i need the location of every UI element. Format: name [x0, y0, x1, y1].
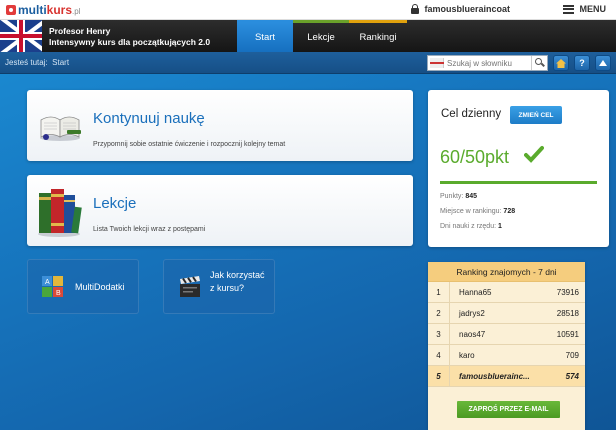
breadcrumb-bar: Jesteś tutaj: Start ? [0, 52, 616, 74]
ranking-row[interactable]: 3 naos47 10591 [428, 323, 585, 345]
uk-flag-icon [0, 20, 42, 52]
menu-button[interactable]: MENU [562, 4, 607, 14]
daily-goal-score: 60/50pkt [440, 147, 510, 167]
ranking-position: 1 [428, 281, 450, 303]
ranking-row[interactable]: 1 Hanna65 73916 [428, 281, 585, 303]
checkmark-icon [524, 146, 544, 163]
clapperboard-icon [180, 276, 200, 297]
svg-text:A: A [45, 279, 50, 286]
tab-lekcje[interactable]: Lekcje [293, 20, 349, 52]
how-to-use-label: Jak korzystać z kursu? [210, 269, 265, 295]
rank-stat: Miejsce w rankingu: 728 [440, 208, 515, 215]
ranking-row-current-user[interactable]: 5 famousbluerainc... 574 [428, 365, 585, 387]
ranking-points: 73916 [556, 287, 579, 297]
multikurs-logo[interactable]: multikurs.pl [6, 3, 80, 17]
ranking-position: 4 [428, 344, 450, 366]
main-tabs: Start Lekcje Rankingi [237, 20, 407, 52]
ranking-name: Hanna65 [459, 287, 492, 297]
lessons-card[interactable]: Lekcje Lista Twoich lekcji wraz z postęp… [27, 175, 413, 246]
continue-learning-card[interactable]: Kontynuuj naukę Przypomnij sobie ostatni… [27, 90, 413, 161]
hamburger-icon [562, 4, 574, 14]
search-icon[interactable] [531, 56, 545, 70]
daily-goal-progress-fill [440, 181, 597, 184]
username: famousblueraincoat [424, 4, 510, 14]
ranking-position: 3 [428, 323, 450, 345]
daily-goal-progress [440, 181, 597, 184]
ranking-points: 10591 [556, 329, 579, 339]
ranking-points: 28518 [556, 308, 579, 318]
points-stat: Punkty: 845 [440, 193, 477, 200]
help-icon[interactable]: ? [574, 55, 590, 71]
logo-text-multi: multi [18, 3, 47, 17]
ranking-name: jadrys2 [459, 308, 485, 318]
search-input[interactable] [447, 58, 531, 68]
scroll-top-icon[interactable] [595, 55, 611, 71]
how-to-use-tile[interactable]: Jak korzystać z kursu? [163, 259, 275, 314]
user-account-link[interactable]: famousblueraincoat [411, 4, 510, 14]
streak-label: Dni nauki z rzędu: [440, 223, 497, 230]
logo-text-kurs: kurs [46, 3, 73, 17]
ranking-position: 5 [428, 365, 450, 387]
dictionary-search [427, 55, 548, 71]
continue-learning-desc: Przypomnij sobie ostatnie ćwiczenie i ro… [93, 141, 286, 148]
rank-value: 728 [503, 208, 516, 215]
ranking-row[interactable]: 4 karo 709 [428, 344, 585, 366]
points-value: 845 [465, 193, 477, 200]
breadcrumb-current[interactable]: Start [52, 58, 69, 67]
continue-learning-title: Kontynuuj naukę [93, 110, 205, 127]
tab-start[interactable]: Start [237, 20, 293, 52]
multidodatki-label: MultiDodatki [75, 282, 125, 292]
streak-value: 1 [497, 223, 502, 230]
friends-ranking-panel: Ranking znajomych - 7 dni 1 Hanna65 7391… [428, 262, 585, 430]
blocks-icon: A B [42, 276, 63, 297]
logo-icon [6, 5, 16, 15]
svg-text:B: B [56, 290, 61, 297]
ranking-name: famousbluerainc... [459, 371, 530, 381]
lessons-title: Lekcje [93, 195, 137, 212]
breadcrumb: Jesteś tutaj: Start [5, 58, 69, 67]
ranking-name: karo [459, 350, 475, 360]
ranking-points: 574 [565, 371, 579, 381]
points-label: Punkty: [440, 193, 464, 200]
ranking-row[interactable]: 2 jadrys2 28518 [428, 302, 585, 324]
course-teacher: Profesor Henry [49, 26, 111, 36]
tab-rankingi[interactable]: Rankingi [349, 20, 407, 52]
how-to-use-line2: z kursu? [210, 283, 245, 293]
streak-stat: Dni nauki z rzędu: 1 [440, 223, 502, 230]
top-bar: multikurs.pl famousblueraincoat MENU [0, 0, 616, 20]
lock-icon [411, 4, 420, 14]
multidodatki-tile[interactable]: A B MultiDodatki [27, 259, 139, 314]
invite-by-email-button[interactable]: ZAPROŚ PRZEZ E-MAIL [457, 401, 560, 418]
menu-label: MENU [579, 4, 607, 14]
language-flag-icon[interactable] [430, 58, 444, 68]
books-icon [38, 189, 82, 237]
logo-text-tld: .pl [72, 7, 81, 16]
course-bar: Profesor Henry Intensywny kurs dla począ… [0, 20, 616, 52]
ranking-position: 2 [428, 302, 450, 324]
daily-goal-title: Cel dzienny [441, 108, 502, 120]
rank-label: Miejsce w rankingu: [440, 208, 502, 215]
open-book-icon [40, 116, 81, 141]
ranking-name: naos47 [459, 329, 486, 339]
course-title: Intensywny kurs dla początkujących 2.0 [49, 37, 211, 47]
course-info: Profesor Henry Intensywny kurs dla począ… [49, 26, 210, 48]
breadcrumb-prefix: Jesteś tutaj: [5, 58, 48, 67]
how-to-use-line1: Jak korzystać [210, 270, 265, 280]
friends-ranking-title: Ranking znajomych - 7 dni [428, 262, 585, 282]
ranking-points: 709 [565, 350, 579, 360]
home-icon[interactable] [553, 55, 569, 71]
change-goal-button[interactable]: ZMIEŃ CEL [510, 106, 562, 124]
daily-goal-panel: Cel dzienny ZMIEŃ CEL 60/50pkt Punkty: 8… [428, 90, 609, 247]
lessons-desc: Lista Twoich lekcji wraz z postępami [93, 226, 206, 233]
